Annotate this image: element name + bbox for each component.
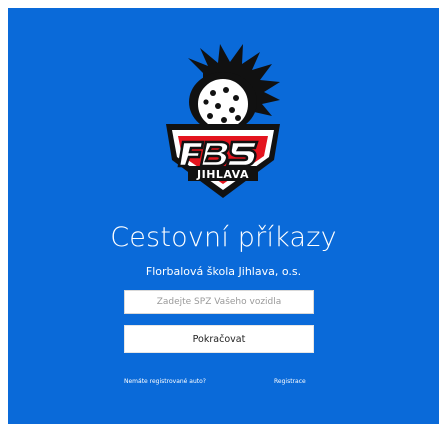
continue-button[interactable]: Pokračovat <box>124 325 314 353</box>
page-title: Cestovní příkazy <box>110 222 337 253</box>
fbs-jihlava-logo: JIHLAVA <box>148 38 298 213</box>
login-panel: JIHLAVA Cestovní příkazy Florbalová škol… <box>8 8 439 424</box>
organization-name: Florbalová škola Jihlava, o.s. <box>145 265 302 278</box>
registration-link[interactable]: Registrace <box>274 377 306 386</box>
no-registered-car-link[interactable]: Nemáte registrované auto? <box>124 377 206 386</box>
spz-input[interactable] <box>124 290 314 314</box>
svg-text:JIHLAVA: JIHLAVA <box>196 168 249 181</box>
